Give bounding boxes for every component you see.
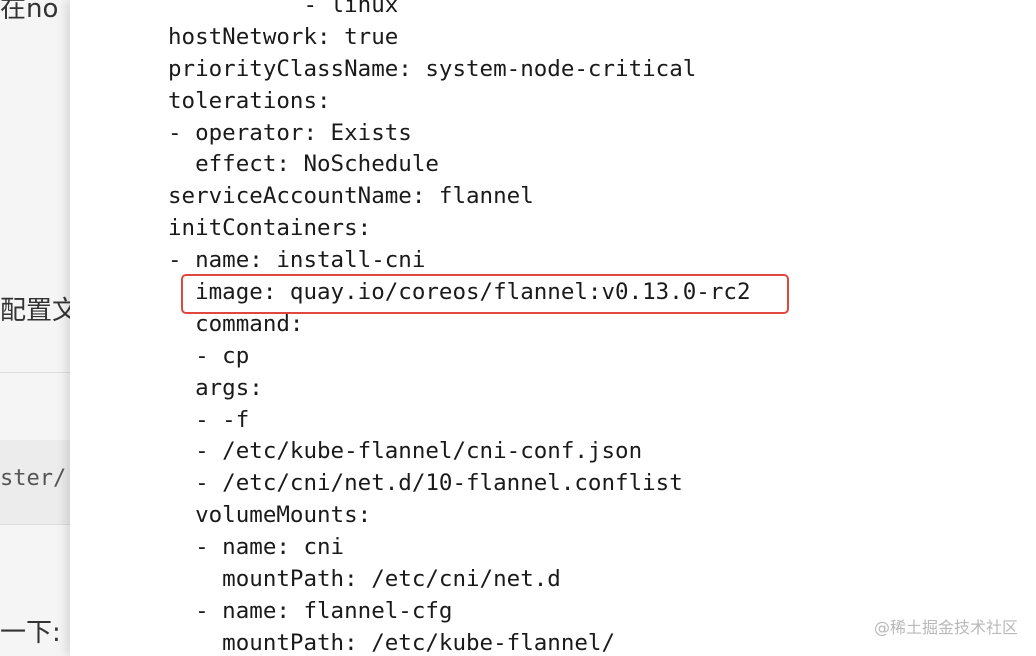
code-line: - -f [168,406,250,433]
code-line: args: [168,374,263,401]
code-line: hostNetwork: true [168,23,399,50]
code-line: serviceAccountName: flannel [168,183,534,210]
code-line: - name: cni [168,534,345,561]
code-view: - linux hostNetwork: true priorityClassN… [70,0,1036,656]
code-lines: - linux hostNetwork: true priorityClassN… [168,0,750,656]
code-line: - cp [168,342,250,369]
article-text-fragment: 在no [0,0,59,24]
code-line: - /etc/cni/net.d/10-flannel.conflist [168,470,683,497]
article-text-fragment: 一下: [0,618,61,648]
code-line: - operator: Exists [168,119,412,146]
watermark: @稀土掘金技术社区 [873,618,1018,637]
code-line: - linux [168,0,399,18]
article-divider [0,524,70,525]
code-line: priorityClassName: system-node-critical [168,55,697,82]
highlight-box [181,274,789,314]
article-divider [0,372,70,373]
code-line: initContainers: [168,215,372,242]
article-code-fragment: ster/ [0,466,67,491]
code-line: mountPath: /etc/kube-flannel/ [168,629,616,656]
article-text-fragment: 配置文 [0,296,70,326]
code-line: effect: NoSchedule [168,151,439,178]
code-line: volumeMounts: [168,502,372,529]
code-line: - name: flannel-cfg [168,597,453,624]
code-line: - name: install-cni [168,247,426,274]
code-line: tolerations: [168,87,331,114]
code-line: - /etc/kube-flannel/cni-conf.json [168,438,643,465]
background-article: 在no 配置文 ster/ 一下: [0,0,70,656]
code-line: mountPath: /etc/cni/net.d [168,566,561,593]
